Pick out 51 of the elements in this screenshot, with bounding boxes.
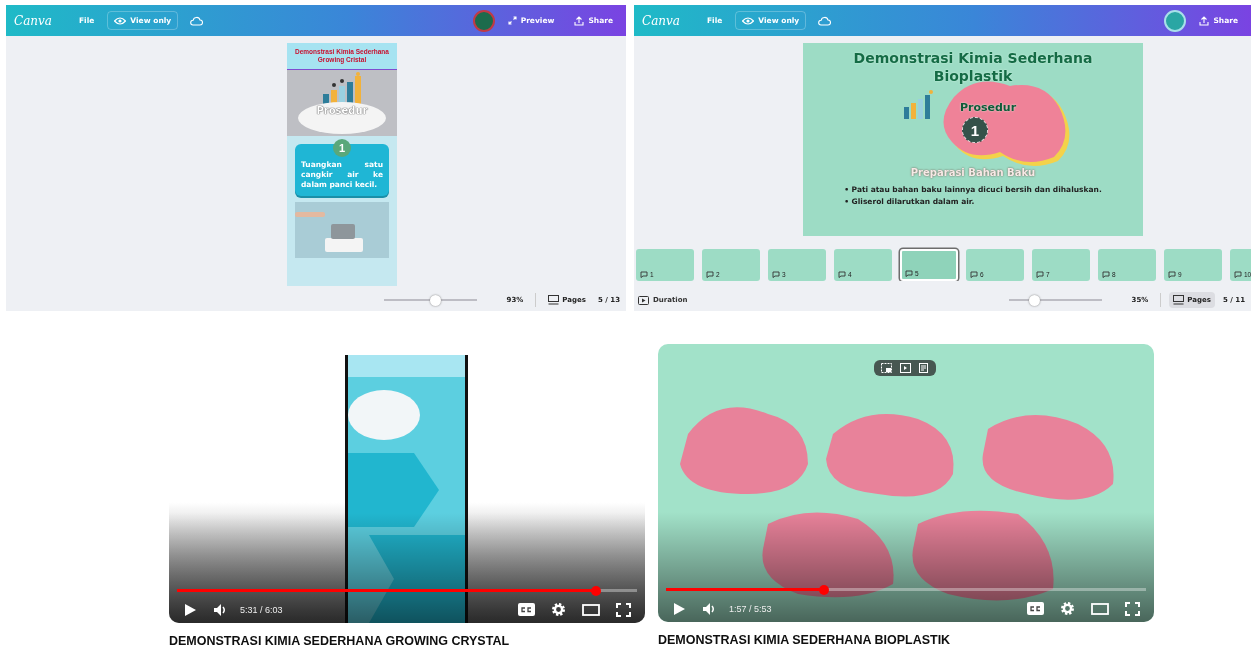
cloud-icon[interactable] [190, 15, 204, 26]
scrubber-handle[interactable] [590, 585, 601, 596]
step-number: 1 [333, 139, 351, 157]
fullscreen-icon[interactable] [1125, 601, 1140, 616]
volume-icon[interactable] [213, 602, 228, 617]
fullscreen-icon[interactable] [616, 602, 631, 617]
chart-illustration [903, 89, 935, 119]
slider-handle[interactable] [429, 294, 441, 306]
comment-icon [1234, 271, 1242, 278]
pages-icon [548, 295, 560, 305]
video-player[interactable]: 1:57 / 5:53 [658, 344, 1154, 622]
play-icon[interactable] [672, 601, 686, 616]
comment-icon [1036, 271, 1044, 278]
upload-icon [1199, 15, 1210, 26]
video-time: 5:31 / 6:03 [240, 604, 283, 615]
slide-title: Demonstrasi Kimia Sederhana Bioplastik [852, 49, 1094, 85]
comment-icon [706, 271, 714, 278]
settings-icon[interactable] [551, 602, 566, 617]
comment-icon [1102, 271, 1110, 278]
video-title[interactable]: DEMONSTRASI KIMIA SEDERHANA GROWING CRYSTAL [169, 634, 645, 648]
upload-icon [574, 15, 585, 26]
comment-icon [640, 271, 648, 278]
pages-icon [1173, 295, 1185, 305]
video-time: 1:57 / 5:53 [729, 603, 772, 614]
slide-heading: Prosedur [959, 101, 1017, 114]
miniplayer-icon[interactable] [881, 363, 892, 373]
slider-handle[interactable] [1028, 294, 1040, 306]
slide-heading: Prosedur [316, 105, 368, 116]
eye-icon [114, 16, 127, 25]
comment-icon [838, 271, 846, 278]
eye-icon [742, 16, 755, 25]
captions-icon[interactable] [1027, 602, 1044, 615]
theater-mode-icon[interactable] [582, 603, 600, 616]
scrubber-handle[interactable] [819, 584, 830, 595]
theater-mode-icon[interactable] [1091, 602, 1109, 615]
video-player[interactable]: 5:31 / 6:03 [169, 355, 645, 623]
comment-icon [1168, 271, 1176, 278]
slide-subheading: Preparasi Bahan Baku [910, 167, 1036, 178]
play-icon [638, 295, 649, 305]
video-title[interactable]: DEMONSTRASI KIMIA SEDERHANA BIOPLASTIK [658, 633, 1154, 647]
cloud-icon[interactable] [818, 15, 832, 26]
play-icon[interactable] [183, 602, 197, 617]
autoplay-icon[interactable] [900, 363, 911, 373]
comment-icon [905, 270, 913, 277]
comment-icon [772, 271, 780, 278]
comment-icon [970, 271, 978, 278]
expand-icon [507, 16, 517, 25]
volume-icon[interactable] [702, 601, 717, 616]
settings-icon[interactable] [1060, 601, 1075, 616]
captions-icon[interactable] [518, 603, 535, 616]
notes-icon[interactable] [919, 363, 929, 373]
